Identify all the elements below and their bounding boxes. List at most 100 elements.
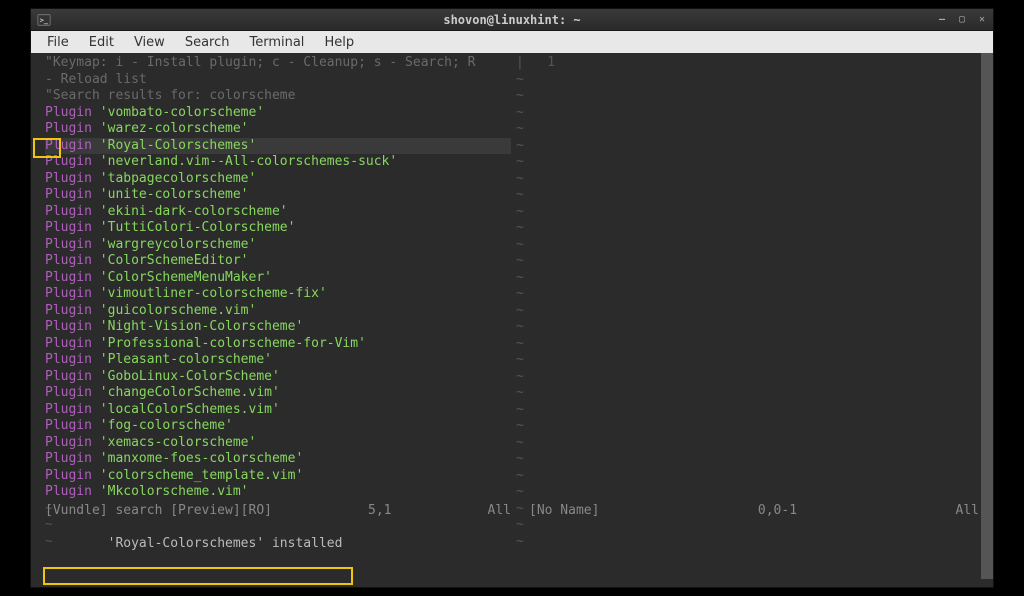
plugin-keyword: Plugin: [45, 220, 100, 235]
terminal-window: >_ shovon@linuxhint: ~ — ▢ ✕ File Edit V…: [30, 8, 994, 588]
plugin-name: 'unite-colorscheme': [100, 187, 249, 202]
statusline: [Vundle] search [Preview][RO] 5,1 All [N…: [45, 503, 979, 520]
window-title: shovon@linuxhint: ~: [443, 13, 580, 27]
plugin-keyword: Plugin: [45, 253, 100, 268]
plugin-row[interactable]: Plugin 'Royal-Colorschemes': [45, 138, 511, 155]
plugin-name: 'Professional-colorscheme-for-Vim': [100, 336, 366, 351]
tilde-line: ~: [516, 105, 989, 122]
keymap-label: "Keymap:: [45, 55, 108, 70]
menu-file[interactable]: File: [37, 33, 79, 52]
terminal-content[interactable]: "Keymap: i - Install plugin; c - Cleanup…: [31, 53, 993, 587]
plugin-name: 'wargreycolorscheme': [100, 237, 257, 252]
menu-view[interactable]: View: [124, 33, 175, 52]
bottom-area: [Vundle] search [Preview][RO] 5,1 All [N…: [45, 503, 979, 586]
scrollbar[interactable]: [981, 53, 993, 579]
tilde-line: ~: [516, 468, 989, 485]
svg-text:>_: >_: [40, 16, 49, 24]
menu-terminal[interactable]: Terminal: [239, 33, 314, 52]
plugin-row[interactable]: Plugin 'guicolorscheme.vim': [45, 303, 511, 320]
titlebar[interactable]: >_ shovon@linuxhint: ~ — ▢ ✕: [31, 9, 993, 31]
plugin-keyword: Plugin: [45, 121, 100, 136]
status-left-pct: All: [488, 503, 511, 520]
plugin-row[interactable]: Plugin 'vombato-colorscheme': [45, 105, 511, 122]
plugin-name: 'ekini-dark-colorscheme': [100, 204, 288, 219]
plugin-name: 'vimoutliner-colorscheme-fix': [100, 286, 327, 301]
plugin-keyword: Plugin: [45, 484, 100, 499]
plugin-row[interactable]: Plugin 'vimoutliner-colorscheme-fix': [45, 286, 511, 303]
plugin-row[interactable]: Plugin 'neverland.vim--All-colorschemes-…: [45, 154, 511, 171]
plugin-name: 'TuttiColori-Colorscheme': [100, 220, 296, 235]
tilde-line: ~: [516, 484, 989, 501]
plugin-row[interactable]: Plugin 'wargreycolorscheme': [45, 237, 511, 254]
plugin-keyword: Plugin: [45, 105, 100, 120]
tilde-line: ~: [516, 286, 989, 303]
tilde-line: ~: [516, 237, 989, 254]
tilde-line: ~: [516, 336, 989, 353]
terminal-icon: >_: [37, 13, 51, 27]
plugin-row[interactable]: Plugin 'TuttiColori-Colorscheme': [45, 220, 511, 237]
plugin-row[interactable]: Plugin 'ColorSchemeEditor': [45, 253, 511, 270]
tilde-line: ~: [516, 171, 989, 188]
plugin-row[interactable]: Plugin 'Night-Vision-Colorscheme': [45, 319, 511, 336]
plugin-row[interactable]: Plugin 'localColorSchemes.vim': [45, 402, 511, 419]
plugin-keyword: Plugin: [45, 154, 100, 169]
plugin-row[interactable]: Plugin 'Mkcolorscheme.vim': [45, 484, 511, 501]
plugin-row[interactable]: Plugin 'manxome-foes-colorscheme': [45, 451, 511, 468]
plugin-keyword: Plugin: [45, 303, 100, 318]
menu-edit[interactable]: Edit: [79, 33, 124, 52]
plugin-name: 'guicolorscheme.vim': [100, 303, 257, 318]
plugin-row[interactable]: Plugin 'ekini-dark-colorscheme': [45, 204, 511, 221]
minimize-button[interactable]: —: [935, 13, 949, 27]
plugin-row[interactable]: Plugin 'warez-colorscheme': [45, 121, 511, 138]
plugin-list: Plugin 'vombato-colorscheme'Plugin 'ware…: [45, 105, 511, 501]
status-right-pos: 0,0-1: [758, 503, 797, 520]
plugin-name: 'manxome-foes-colorscheme': [100, 451, 304, 466]
cmdline-message: 'Royal-Colorschemes' installed: [108, 536, 343, 551]
tilde-line: ~: [516, 319, 989, 336]
close-button[interactable]: ✕: [975, 13, 989, 27]
tilde-line: ~: [516, 187, 989, 204]
left-pane: "Keymap: i - Install plugin; c - Cleanup…: [45, 55, 511, 550]
plugin-row[interactable]: Plugin 'Pleasant-colorscheme': [45, 352, 511, 369]
tilde-line: ~: [516, 435, 989, 452]
plugin-keyword: Plugin: [45, 270, 100, 285]
plugin-name: 'fog-colorscheme': [100, 418, 233, 433]
tilde-line: ~: [516, 72, 989, 89]
plugin-row[interactable]: Plugin 'tabpagecolorscheme': [45, 171, 511, 188]
plugin-row[interactable]: Plugin 'unite-colorscheme': [45, 187, 511, 204]
plugin-row[interactable]: Plugin 'GoboLinux-ColorScheme': [45, 369, 511, 386]
plugin-name: 'Pleasant-colorscheme': [100, 352, 272, 367]
plugin-name: 'changeColorScheme.vim': [100, 385, 280, 400]
scrollbar-thumb[interactable]: [981, 53, 993, 579]
plugin-row[interactable]: Plugin 'fog-colorscheme': [45, 418, 511, 435]
tilde-line: ~: [516, 303, 989, 320]
reload-hint: - Reload list: [45, 72, 511, 89]
plugin-name: 'xemacs-colorscheme': [100, 435, 257, 450]
plugin-name: 'tabpagecolorscheme': [100, 171, 257, 186]
status-right-name: [No Name]: [529, 503, 599, 520]
menu-search[interactable]: Search: [175, 33, 240, 52]
tilde-line: ~: [516, 270, 989, 287]
menubar: File Edit View Search Terminal Help: [31, 31, 993, 53]
plugin-row[interactable]: Plugin 'changeColorScheme.vim': [45, 385, 511, 402]
plugin-keyword: Plugin: [45, 286, 100, 301]
plugin-row[interactable]: Plugin 'xemacs-colorscheme': [45, 435, 511, 452]
plugin-keyword: Plugin: [45, 352, 100, 367]
plugin-keyword: Plugin: [45, 237, 100, 252]
plugin-row[interactable]: Plugin 'Professional-colorscheme-for-Vim…: [45, 336, 511, 353]
plugin-keyword: Plugin: [45, 187, 100, 202]
status-right-pct: All: [956, 503, 979, 520]
plugin-name: 'Royal-Colorschemes': [100, 138, 257, 153]
tilde-line: ~: [516, 369, 989, 386]
plugin-name: 'Night-Vision-Colorscheme': [100, 319, 304, 334]
maximize-button[interactable]: ▢: [955, 13, 969, 27]
keymap-text: i - Install plugin; c - Cleanup; s - Sea…: [108, 55, 476, 70]
plugin-name: 'vombato-colorscheme': [100, 105, 264, 120]
tilde-line: ~: [516, 253, 989, 270]
plugin-row[interactable]: Plugin 'colorscheme_template.vim': [45, 468, 511, 485]
plugin-row[interactable]: Plugin 'ColorSchemeMenuMaker': [45, 270, 511, 287]
plugin-keyword: Plugin: [45, 385, 100, 400]
menu-help[interactable]: Help: [314, 33, 364, 52]
plugin-keyword: Plugin: [45, 336, 100, 351]
plugin-keyword: Plugin: [45, 204, 100, 219]
